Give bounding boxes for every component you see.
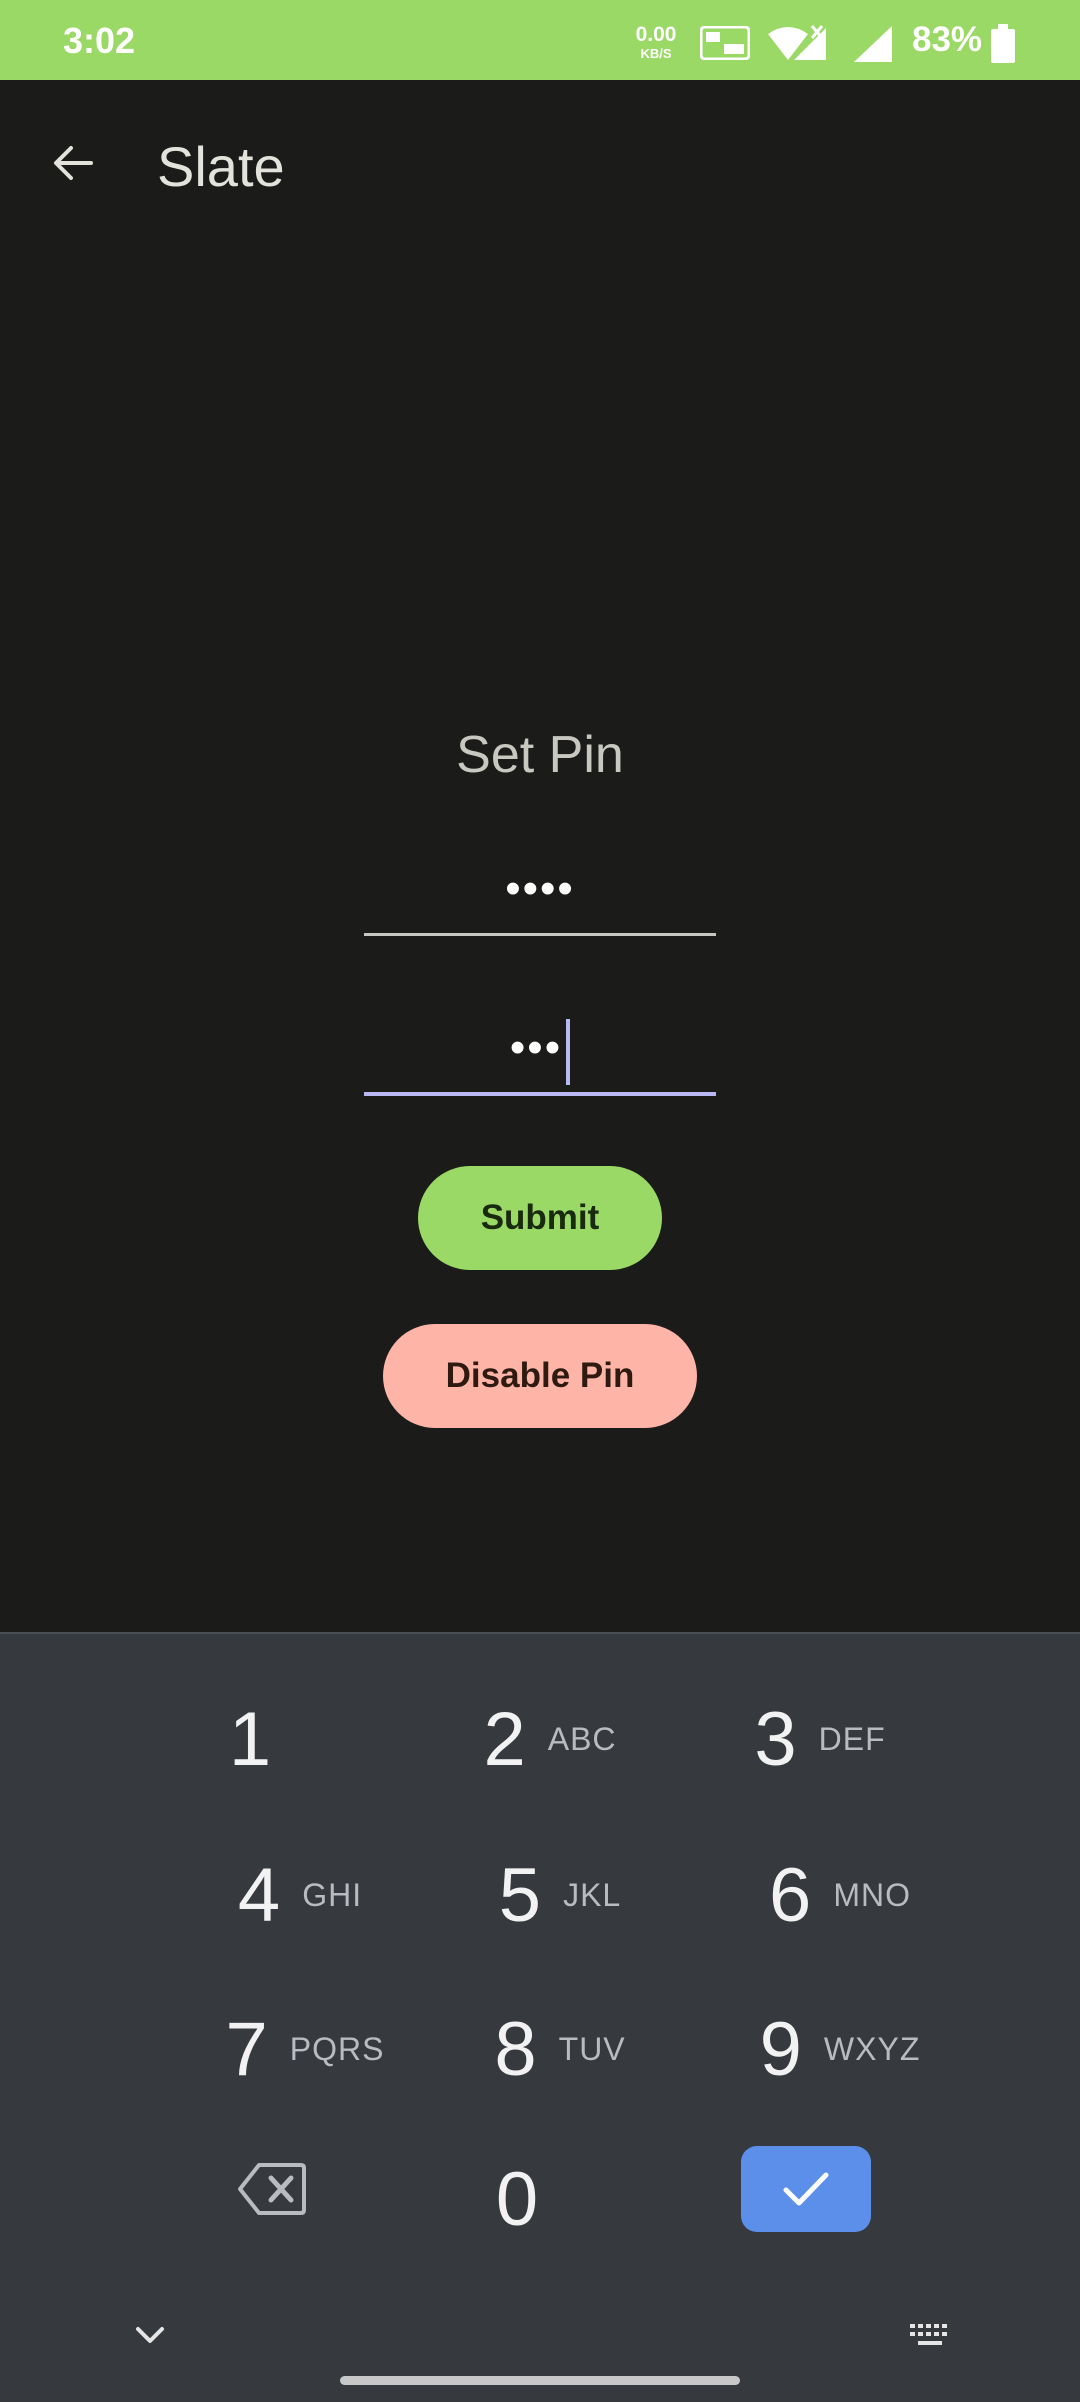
status-bar: 3:02 0.00 KB/S 83% [0, 0, 1080, 80]
key-letters: DEF [818, 1720, 886, 1757]
confirm-key[interactable] [741, 2146, 871, 2232]
network-speed: 0.00 KB/S [632, 24, 680, 60]
key-letters: JKL [563, 1876, 622, 1913]
network-speed-value: 0.00 [635, 23, 677, 46]
chevron-down-icon [136, 2327, 164, 2343]
disable-pin-button[interactable]: Disable Pin [383, 1324, 697, 1428]
key-letters: WXYZ [823, 2030, 921, 2067]
key-6[interactable]: 6 MNO [740, 1830, 940, 1960]
status-time: 3:02 [63, 20, 136, 61]
pin-input[interactable]: •••• [364, 853, 716, 936]
arrow-left-icon [54, 146, 93, 180]
key-9[interactable]: 9 WXYZ [740, 1984, 940, 2114]
home-indicator[interactable] [340, 2376, 740, 2385]
set-pin-title: Set Pin [456, 726, 624, 784]
key-digit: 6 [769, 1852, 812, 1938]
wifi-icon [768, 25, 826, 60]
key-digit: 2 [483, 1696, 526, 1782]
key-8[interactable]: 8 TUV [460, 1984, 660, 2114]
submit-button[interactable]: Submit [418, 1166, 662, 1270]
key-digit: 4 [237, 1852, 281, 1938]
signal-icon [854, 26, 892, 62]
key-digit: 3 [754, 1696, 797, 1782]
key-0[interactable]: 0 [417, 2134, 617, 2264]
backspace-key[interactable] [172, 2124, 372, 2254]
key-letters: TUV [558, 2030, 626, 2067]
pin-input-value: •••• [505, 864, 575, 913]
confirm-pin-input[interactable]: ••• [364, 1012, 716, 1096]
key-2[interactable]: 2 ABC [450, 1674, 650, 1804]
key-digit: 0 [495, 2156, 539, 2242]
collapse-keyboard-button[interactable] [120, 2310, 180, 2360]
key-digit: 9 [759, 2006, 802, 2092]
key-letters: GHI [302, 1876, 363, 1913]
battery-percent: 83% [912, 20, 983, 59]
backspace-icon [238, 2163, 306, 2215]
text-cursor [566, 1019, 571, 1085]
key-letters: ABC [547, 1720, 617, 1757]
key-5[interactable]: 5 JKL [460, 1830, 660, 1960]
network-speed-unit: KB/S [640, 46, 672, 61]
key-digit: 8 [494, 2006, 537, 2092]
keyboard-icon [910, 2324, 947, 2345]
numeric-keyboard: 1 2 ABC 3 DEF 4 GHI 5 JKL 6 MNO 7 PQRS 8… [0, 1632, 1080, 2402]
switch-keyboard-button[interactable] [900, 2310, 960, 2360]
key-letters: PQRS [289, 2030, 385, 2067]
key-1[interactable]: 1 [150, 1674, 350, 1804]
battery-icon [991, 24, 1015, 63]
check-icon [783, 2172, 829, 2206]
back-button[interactable] [40, 130, 106, 196]
app-title: Slate [157, 135, 285, 198]
key-letters: MNO [833, 1876, 911, 1913]
key-3[interactable]: 3 DEF [720, 1674, 920, 1804]
key-4[interactable]: 4 GHI [200, 1830, 400, 1960]
vowifi-icon [700, 26, 750, 60]
key-digit: 5 [498, 1852, 542, 1938]
confirm-pin-input-value: ••• [509, 1023, 563, 1072]
key-digit: 1 [228, 1696, 272, 1782]
key-digit: 7 [225, 2006, 268, 2092]
key-7[interactable]: 7 PQRS [205, 1984, 405, 2114]
